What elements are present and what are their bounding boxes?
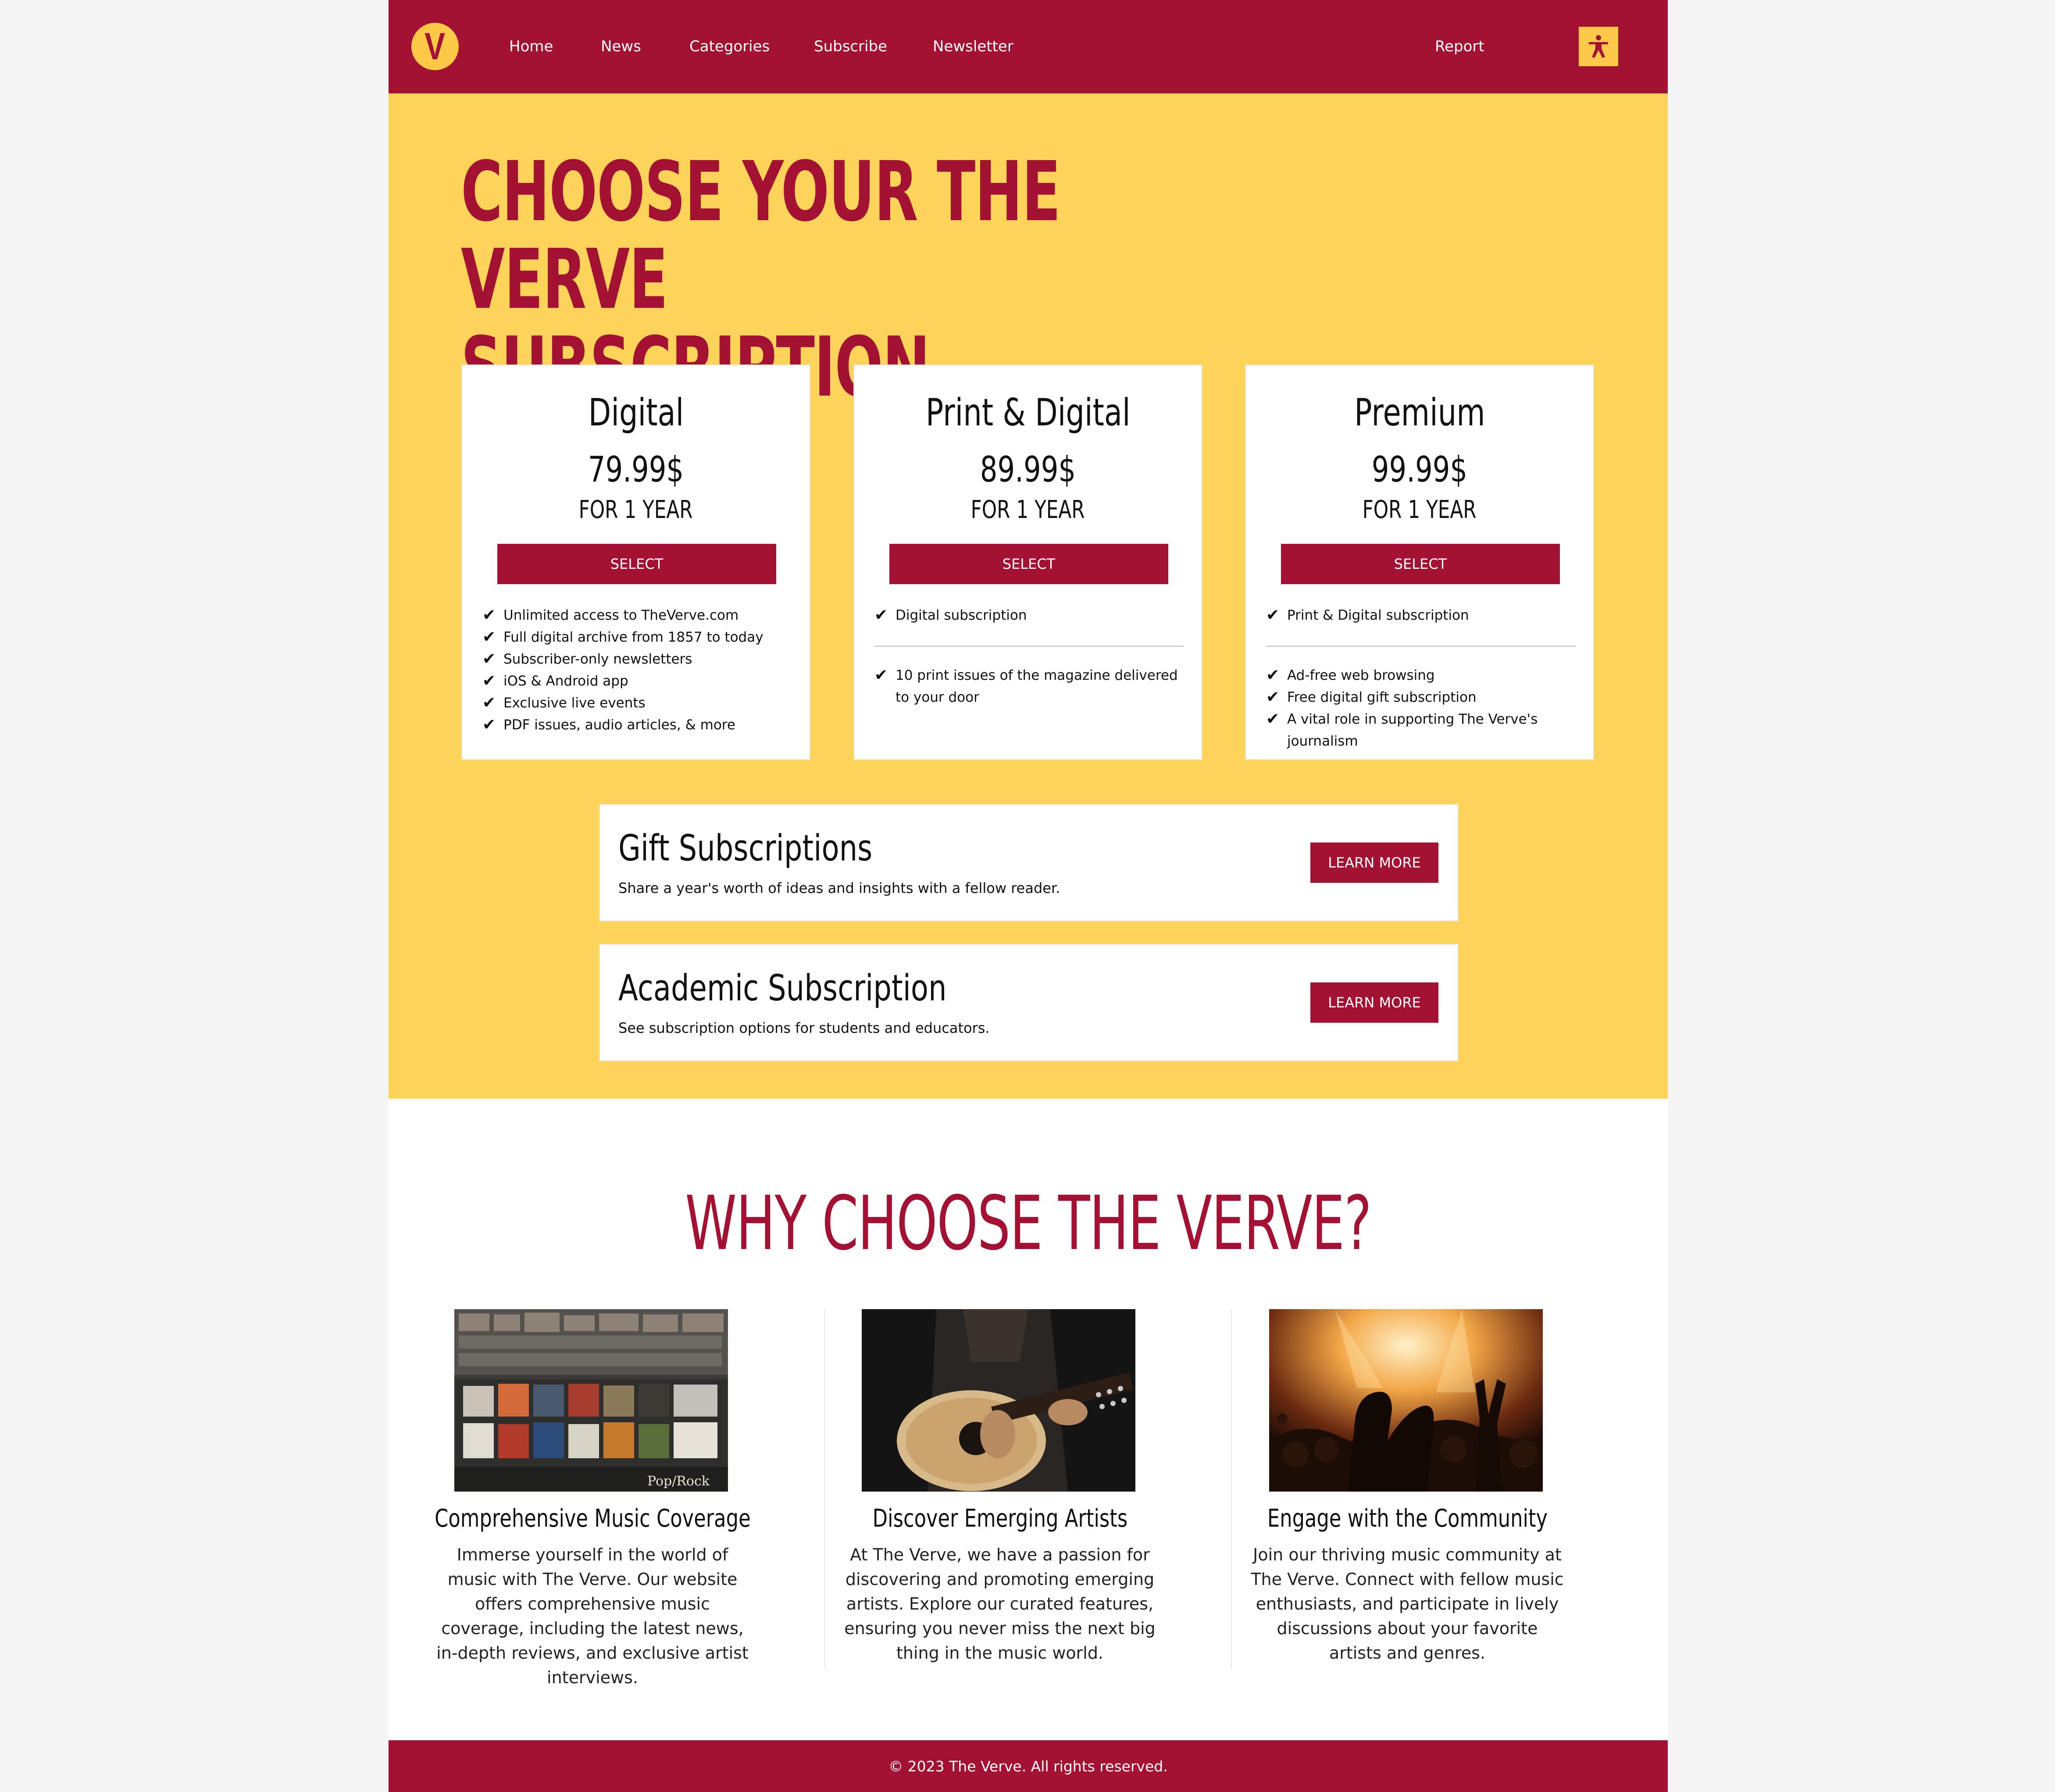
plan-features-list: ✔ Digital subscription ✔ 10 print issues o… bbox=[874, 604, 1184, 708]
plan-name: Print & Digital bbox=[925, 391, 1131, 435]
why-item-text: Immerse yourself in the world of music w… bbox=[436, 1545, 749, 1687]
feature-item: ✔ PDF issues, audio articles, & more bbox=[482, 714, 792, 736]
why-item-text: At The Verve, we have a passion for disc… bbox=[844, 1545, 1156, 1663]
nav-subscribe-link[interactable]: Subscribe bbox=[814, 35, 887, 58]
promo-title: Gift Subscriptions bbox=[618, 828, 873, 869]
checkmark-icon: ✔ bbox=[1266, 710, 1280, 728]
checkmark-icon: ✔ bbox=[874, 666, 888, 684]
gift-subscriptions-card: Gift Subscriptions Share a year's worth … bbox=[599, 804, 1459, 921]
accessibility-button[interactable] bbox=[1579, 27, 1618, 66]
feature-divider bbox=[874, 646, 1184, 647]
plan-price: 89.99$ bbox=[980, 449, 1076, 490]
feature-item: ✔ Print & Digital subscription bbox=[1266, 604, 1576, 626]
feature-item: ✔ 10 print issues of the magazine deliver… bbox=[874, 664, 1184, 708]
why-item-heading: Comprehensive Music Coverage bbox=[434, 1504, 751, 1533]
nav-home-link[interactable]: Home bbox=[509, 35, 553, 58]
academic-learn-more-button[interactable]: LEARN MORE bbox=[1310, 982, 1438, 1023]
checkmark-icon: ✔ bbox=[1266, 666, 1280, 684]
page: V Home News Categories Subscribe Newslet… bbox=[389, 0, 1668, 1792]
checkmark-icon: ✔ bbox=[482, 694, 496, 712]
why-item-community: Engage with the Community Join our thriv… bbox=[1203, 1309, 1611, 1669]
checkmark-icon: ✔ bbox=[482, 672, 496, 690]
nav-categories-link[interactable]: Categories bbox=[689, 35, 770, 58]
plan-period: FOR 1 YEAR bbox=[1363, 496, 1477, 524]
guitarist-image bbox=[862, 1309, 1135, 1492]
checkmark-icon: ✔ bbox=[482, 716, 496, 734]
plan-price: 79.99$ bbox=[588, 449, 684, 490]
checkmark-icon: ✔ bbox=[482, 650, 496, 668]
feature-item: ✔ iOS & Android app bbox=[482, 670, 792, 692]
accessibility-person-icon bbox=[1589, 35, 1608, 58]
top-navigation-bar: V Home News Categories Subscribe Newslet… bbox=[389, 0, 1668, 93]
feature-item: ✔ Ad-free web browsing bbox=[1266, 664, 1576, 686]
feature-item: ✔ Subscriber-only newsletters bbox=[482, 648, 792, 670]
plan-card-print-digital: Print & Digital 89.99$ FOR 1 YEAR SELECT… bbox=[853, 364, 1202, 760]
plan-card-premium: Premium 99.99$ FOR 1 YEAR SELECT ✔ Print … bbox=[1245, 364, 1594, 760]
record-store-image: Pop/Rock bbox=[454, 1309, 728, 1492]
logo-letter: V bbox=[425, 25, 446, 68]
checkmark-icon: ✔ bbox=[482, 628, 496, 646]
feature-item: ✔ Free digital gift subscription bbox=[1266, 686, 1576, 708]
gift-learn-more-button[interactable]: LEARN MORE bbox=[1310, 842, 1438, 883]
promo-title: Academic Subscription bbox=[618, 967, 947, 1009]
academic-subscription-card: Academic Subscription See subscription o… bbox=[599, 944, 1459, 1061]
why-item-text: Join our thriving music community at The… bbox=[1251, 1545, 1564, 1663]
checkmark-icon: ✔ bbox=[874, 606, 888, 624]
feature-item: ✔ Full digital archive from 1857 to today bbox=[482, 626, 792, 648]
select-print-digital-button[interactable]: SELECT bbox=[889, 544, 1168, 584]
why-item-heading: Engage with the Community bbox=[1267, 1504, 1548, 1533]
promo-description: See subscription options for students an… bbox=[618, 1020, 990, 1036]
plan-name: Premium bbox=[1354, 391, 1485, 435]
plan-features-list: ✔ Unlimited access to TheVerve.com ✔ Full … bbox=[482, 604, 792, 736]
plan-card-digital: Digital 79.99$ FOR 1 YEAR SELECT ✔ Unlimi… bbox=[461, 364, 810, 760]
plan-price: 99.99$ bbox=[1371, 449, 1468, 490]
feature-item: ✔ A vital role in supporting The Verve's … bbox=[1266, 708, 1576, 752]
footer: © 2023 The Verve. All rights reserved. bbox=[389, 1740, 1668, 1792]
checkmark-icon: ✔ bbox=[1266, 606, 1280, 624]
nav-report-link[interactable]: Report bbox=[1435, 35, 1484, 58]
concert-crowd-image bbox=[1269, 1309, 1543, 1492]
why-item-coverage: Pop/Rock Comprehensive Music Coverage Im… bbox=[389, 1309, 796, 1687]
nav-news-link[interactable]: News bbox=[601, 35, 641, 58]
plan-period: FOR 1 YEAR bbox=[579, 496, 693, 524]
feature-item: ✔ Exclusive live events bbox=[482, 692, 792, 714]
why-item-heading: Discover Emerging Artists bbox=[872, 1504, 1127, 1533]
plan-period: FOR 1 YEAR bbox=[971, 496, 1085, 524]
plan-name: Digital bbox=[588, 391, 684, 435]
nav-newsletter-link[interactable]: Newsletter bbox=[933, 35, 1013, 58]
select-digital-button[interactable]: SELECT bbox=[497, 544, 776, 584]
subscription-hero-section: CHOOSE YOUR THE VERVE SUBSCRIPTION Digit… bbox=[389, 93, 1668, 1099]
verve-logo[interactable]: V bbox=[411, 23, 459, 70]
image-sign-text: Pop/Rock bbox=[647, 1474, 710, 1489]
checkmark-icon: ✔ bbox=[1266, 688, 1280, 706]
checkmark-icon: ✔ bbox=[482, 606, 496, 624]
select-premium-button[interactable]: SELECT bbox=[1281, 544, 1560, 584]
promo-description: Share a year's worth of ideas and insigh… bbox=[618, 880, 1060, 896]
feature-divider bbox=[1266, 646, 1576, 647]
feature-item: ✔ Unlimited access to TheVerve.com bbox=[482, 604, 792, 626]
copyright-text: © 2023 The Verve. All rights reserved. bbox=[888, 1757, 1168, 1775]
why-section-title: WHY CHOOSE THE VERVE? bbox=[685, 1180, 1372, 1267]
feature-item: ✔ Digital subscription bbox=[874, 604, 1184, 626]
plan-features-list: ✔ Print & Digital subscription ✔ Ad-free w… bbox=[1266, 604, 1576, 752]
why-item-emerging-artists: Discover Emerging Artists At The Verve, … bbox=[796, 1309, 1204, 1669]
